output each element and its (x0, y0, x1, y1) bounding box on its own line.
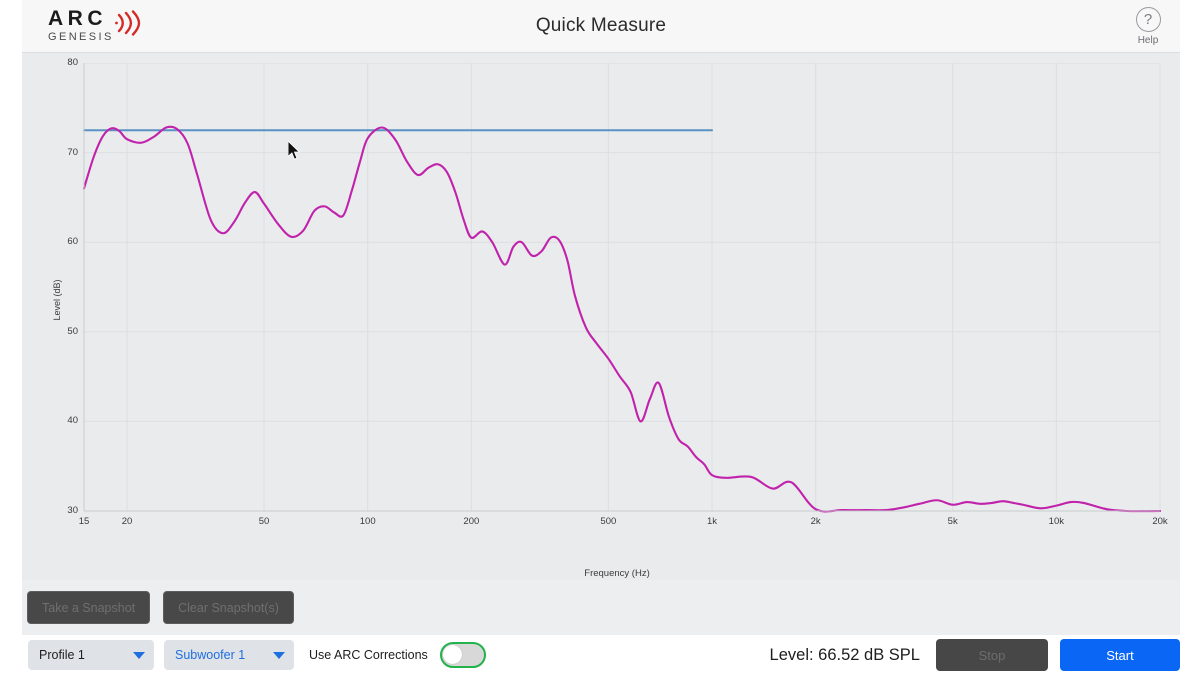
clear-snapshots-button[interactable]: Clear Snapshot(s) (163, 591, 294, 624)
x-tick-label: 100 (359, 516, 376, 527)
snapshot-toolbar: Take a Snapshot Clear Snapshot(s) (22, 580, 1180, 635)
x-tick-label: 20k (1152, 516, 1168, 527)
quick-measure-window: ARC GENESIS Quick Measure ? Help Level (… (0, 0, 1200, 675)
chevron-down-icon (273, 651, 285, 659)
x-axis-title: Frequency (Hz) (584, 568, 650, 579)
y-tick-label: 50 (67, 325, 78, 337)
toggle-knob (442, 645, 462, 664)
y-tick-label: 30 (67, 505, 78, 516)
app-header: ARC GENESIS Quick Measure ? Help (22, 0, 1180, 53)
x-tick-label: 50 (258, 516, 270, 527)
x-tick-label: 200 (463, 516, 480, 527)
x-tick-label: 2k (810, 516, 821, 527)
chevron-down-icon (133, 651, 145, 659)
x-tick-label: 10k (1048, 516, 1064, 527)
frequency-response-plot (82, 63, 1162, 513)
level-readout: Level: 66.52 dB SPL (769, 645, 920, 664)
y-tick-label: 70 (67, 146, 78, 158)
page-title: Quick Measure (535, 15, 667, 36)
start-button[interactable]: Start (1060, 639, 1180, 671)
question-mark-icon: ? (1135, 6, 1161, 32)
bottom-control-bar: Profile 1 Subwoofer 1 Use ARC Correction… (0, 635, 1200, 675)
x-tick-label: 500 (600, 516, 617, 527)
x-tick-label: 20 (121, 516, 133, 527)
measurement-chart-panel: Level (dB) Frequency (Hz) 15 20 50 100 200 50… (22, 53, 1180, 580)
stop-button[interactable]: Stop (936, 639, 1048, 671)
profile-select[interactable]: Profile 1 (28, 640, 154, 670)
x-tick-label: 1k (706, 516, 718, 527)
arc-corrections-toggle[interactable] (439, 642, 486, 668)
speaker-select[interactable]: Subwoofer 1 (164, 640, 294, 670)
help-button-label: Help (1137, 34, 1159, 46)
plot-area: Level (dB) Frequency (Hz) 15 20 50 100 200 50… (52, 57, 1172, 579)
profile-select-value: Profile 1 (39, 648, 85, 662)
y-tick-label: 80 (67, 57, 78, 68)
y-axis-title: Level (dB) (52, 279, 62, 321)
x-tick-label: 5k (947, 516, 958, 527)
help-button[interactable]: ? Help (1123, 2, 1173, 50)
take-snapshot-button[interactable]: Take a Snapshot (27, 591, 151, 624)
y-tick-label: 40 (67, 415, 78, 427)
x-tick-label: 15 (78, 516, 90, 527)
speaker-select-value: Subwoofer 1 (175, 648, 246, 662)
y-tick-label: 60 (67, 236, 78, 248)
arc-corrections-label: Use ARC Corrections (309, 648, 428, 662)
